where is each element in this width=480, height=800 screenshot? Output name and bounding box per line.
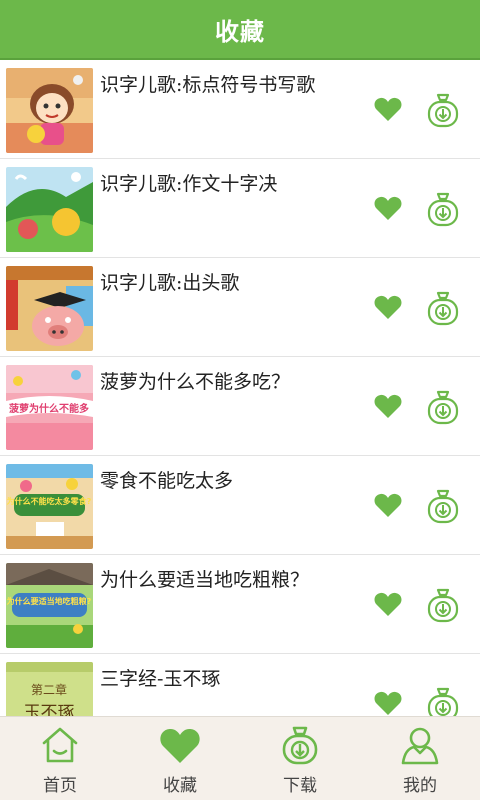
list-item[interactable]: 菠萝为什么不能多 菠萝为什么不能多吃？ [0,357,480,456]
tab-home-label: 首页 [43,776,77,796]
item-title: 三字经-玉不琢 [100,668,221,690]
thumbnail-pig-graduate [6,266,93,351]
list-item[interactable]: 识字儿歌:作文十字决 [0,159,480,258]
thumbnail-snack-title: 为什么不能吃太多零食? [6,464,93,549]
favorite-heart-icon[interactable] [374,96,402,122]
item-title: 识字儿歌:出头歌 [100,272,240,294]
thumb-text: 为什么不能吃太多零食? [7,496,92,506]
download-bag-icon[interactable] [426,488,460,524]
tab-favorites[interactable]: 收藏 [120,717,240,800]
download-bag-icon[interactable] [426,92,460,128]
tab-downloads[interactable]: 下载 [240,717,360,800]
thumbnail-pineapple-title: 菠萝为什么不能多 [6,365,93,450]
list-item[interactable]: 识字儿歌:标点符号书写歌 [0,60,480,159]
user-icon [401,727,439,765]
tab-favorites-label: 收藏 [163,776,197,796]
bottom-tab-bar: 首页 收藏 下载 我的 [0,716,480,800]
list-item[interactable]: 识字儿歌:出头歌 [0,258,480,357]
favorite-heart-icon[interactable] [374,690,402,716]
download-bag-icon[interactable] [426,290,460,326]
favorite-heart-icon[interactable] [374,393,402,419]
tab-home[interactable]: 首页 [0,717,120,800]
thumbnail-chapter-two: 第二章 玉不琢 [6,662,93,716]
tab-profile[interactable]: 我的 [360,717,480,800]
thumbnail-cartoon-girl [6,68,93,153]
list-item[interactable]: 第二章 玉不琢 三字经-玉不琢 [0,654,480,716]
item-title: 零食不能吃太多 [100,470,234,492]
heart-icon [160,728,200,763]
download-bag-icon [282,726,318,765]
item-title: 识字儿歌:标点符号书写歌 [100,74,316,96]
favorite-heart-icon[interactable] [374,492,402,518]
thumbnail-garden-scene [6,167,93,252]
favorite-heart-icon[interactable] [374,591,402,617]
item-title: 菠萝为什么不能多吃？ [100,371,291,393]
list-item[interactable]: 为什么要适当地吃粗粮? 为什么要适当地吃粗粮？ [0,555,480,654]
download-bag-icon[interactable] [426,686,460,716]
thumb-text: 为什么要适当地吃粗粮? [7,596,92,606]
thumbnail-grain-title: 为什么要适当地吃粗粮? [6,563,93,648]
title-bar: 收藏 [0,0,480,60]
favorite-heart-icon[interactable] [374,195,402,221]
download-bag-icon[interactable] [426,587,460,623]
tab-downloads-label: 下载 [283,776,317,796]
favorites-list[interactable]: 识字儿歌:标点符号书写歌 识字儿歌:作文十字决 识字儿歌:出头歌 菠萝为什么不能… [0,60,480,716]
home-icon [42,727,78,763]
tab-profile-label: 我的 [403,776,437,796]
item-title: 识字儿歌:作文十字决 [100,173,278,195]
favorite-heart-icon[interactable] [374,294,402,320]
download-bag-icon[interactable] [426,191,460,227]
thumb-text: 第二章 [31,682,67,697]
list-item[interactable]: 为什么不能吃太多零食? 零食不能吃太多 [0,456,480,555]
thumb-text-2: 玉不琢 [24,703,75,716]
download-bag-icon[interactable] [426,389,460,425]
item-title: 为什么要适当地吃粗粮？ [100,569,310,591]
thumb-text: 菠萝为什么不能多 [9,402,89,415]
page-title: 收藏 [215,17,265,46]
